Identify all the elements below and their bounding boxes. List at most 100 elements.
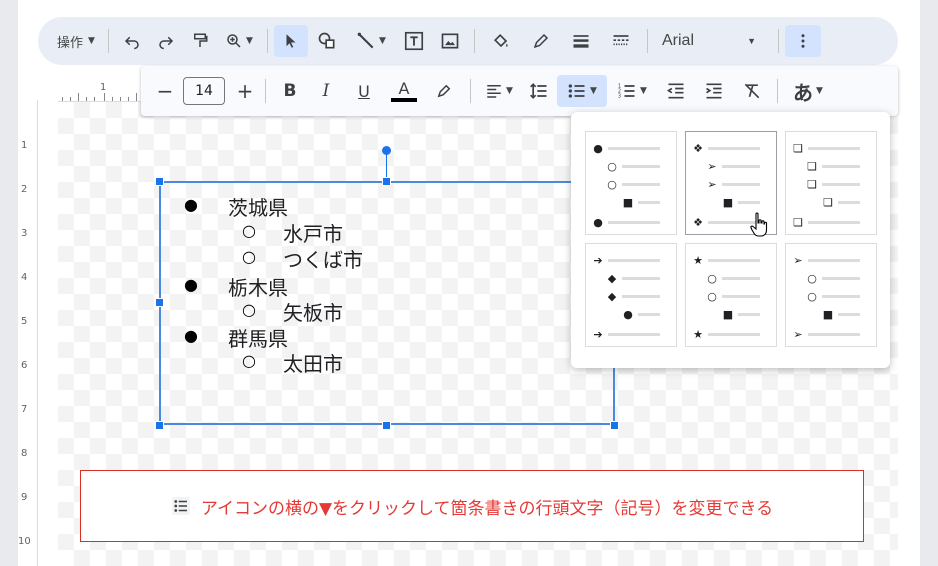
rotation-handle[interactable] [382,146,391,155]
ruler-number: 3 [21,228,28,239]
text-format-toolbar: − 14 + B I U A ▼ ▼ 123 ▼ あ ▼ [141,66,898,116]
preset-bullet-symbol: ■ [722,307,734,321]
image-icon [441,33,459,49]
preset-line-placeholder [808,332,860,336]
ruler-number: 2 [21,184,28,195]
hand-pointer-icon [750,212,768,237]
more-options-button[interactable] [785,25,821,57]
bullet-preset-option[interactable]: ➔ ◆ ◆ ● ➔ [585,243,677,347]
underline-button[interactable]: U [344,75,384,107]
preset-level-row: ❖ [692,141,760,155]
decrease-indent-button[interactable] [657,75,695,107]
resize-handle-top[interactable] [382,177,391,186]
line-spacing-button[interactable] [521,75,557,107]
separator [470,79,471,103]
font-size-input[interactable]: 14 [183,77,225,105]
line-tool-button[interactable]: ▼ [346,25,396,57]
preset-level-row: ■ [822,308,860,321]
resize-handle-bottom-left[interactable] [155,421,164,430]
indent-decrease-icon [666,83,684,99]
actions-menu-button[interactable]: 操作 ▼ [50,25,102,57]
preset-bullet-symbol: ○ [607,177,617,191]
border-color-button[interactable] [521,25,561,57]
increase-indent-button[interactable] [695,75,733,107]
preset-bullet-symbol: ● [593,215,603,229]
actions-menu-label: 操作 [57,35,84,51]
italic-button[interactable]: I [308,75,344,107]
list-bullet: ○ [242,247,256,266]
separator [647,29,648,53]
decrease-font-size-button[interactable]: − [153,75,177,107]
clear-format-icon [744,83,760,99]
preset-line-placeholder [722,294,760,298]
preset-bullet-symbol: ➔ [593,327,603,341]
preset-bullet-symbol: ❏ [793,215,803,229]
bold-button[interactable]: B [272,75,308,107]
redo-button[interactable] [149,25,183,57]
resize-handle-left[interactable] [155,298,164,307]
preset-level-row: ○ [706,272,760,285]
list-bullet: ● [184,275,198,294]
preset-line-placeholder [622,164,660,168]
increase-font-size-button[interactable]: + [231,75,259,107]
numbered-list-icon: 123 [618,84,635,100]
preset-level-row: ❏ [806,177,860,191]
scrollbar-track[interactable] [920,0,938,566]
preset-level-row: ➢ [706,177,760,191]
preset-bullet-symbol: ❖ [693,141,703,155]
list-item: 群馬県 [228,327,288,351]
preset-level-row: ➢ [792,328,860,341]
highlight-color-button[interactable] [424,75,464,107]
preset-bullet-symbol: ★ [693,327,703,341]
numbered-list-button[interactable]: 123 ▼ [607,75,657,107]
undo-button[interactable] [115,25,149,57]
preset-line-placeholder [708,332,760,336]
preset-bullet-symbol: ❏ [807,177,817,191]
preset-bullet-symbol: ○ [707,289,717,303]
preset-level-row: ◆ [606,290,660,303]
bullet-preset-option[interactable]: ★ ○ ○ ■ ★ [685,243,777,347]
input-tools-button[interactable]: あ ▼ [784,75,832,107]
preset-bullet-symbol: ➢ [707,177,717,191]
caret-down-icon: ▼ [640,86,647,96]
bullet-preset-option[interactable]: ❏ ❏ ❏ ❏ ❏ [785,131,877,235]
select-tool-button[interactable] [274,25,308,57]
bullet-preset-option[interactable]: ➢ ○ ○ ■ ➢ [785,243,877,347]
caret-down-icon: ▼ [88,36,95,46]
text-color-button[interactable]: A [384,75,424,107]
preset-bullet-symbol: ○ [607,159,617,173]
shape-tool-button[interactable] [308,25,346,57]
preset-line-placeholder [638,200,660,204]
preset-line-placeholder [622,276,660,280]
border-dash-button[interactable] [601,25,641,57]
redo-icon [159,36,174,50]
font-family-select[interactable]: Arial ▼ [654,25,764,57]
resize-handle-top-left[interactable] [155,177,164,186]
ruler-number: 4 [21,272,28,283]
align-button[interactable]: ▼ [477,75,521,107]
annotation-note: アイコンの横の▼をクリックして箇条書きの行頭文字（記号）を変更できる [80,470,864,542]
bullet-preset-option[interactable]: ● ○ ○ ■ ● [585,131,677,235]
bulleted-list-button[interactable]: ▼ [557,75,607,107]
ruler-number: 9 [21,492,28,503]
vertical-ruler[interactable]: 1 2 3 4 5 6 7 8 9 10 [18,100,38,566]
fill-color-button[interactable] [481,25,521,57]
clear-formatting-button[interactable] [733,75,771,107]
border-weight-button[interactable] [561,25,601,57]
text-box-button[interactable] [396,25,432,57]
preset-line-placeholder [822,164,860,168]
preset-level-row: ■ [722,307,760,321]
insert-image-button[interactable] [432,25,468,57]
resize-handle-bottom-right[interactable] [610,421,619,430]
caret-down-icon: ▼ [747,36,756,46]
preset-bullet-symbol: ➢ [707,159,717,173]
resize-handle-bottom[interactable] [382,421,391,430]
zoom-button[interactable]: ▼ [217,25,261,57]
preset-level-row: ● [622,308,660,321]
cursor-arrow-icon [286,34,296,48]
paint-format-button[interactable] [183,25,217,57]
preset-line-placeholder [722,164,760,168]
preset-level-row: ○ [606,159,660,173]
preset-line-placeholder [738,200,760,204]
bulleted-list-icon [171,497,190,515]
